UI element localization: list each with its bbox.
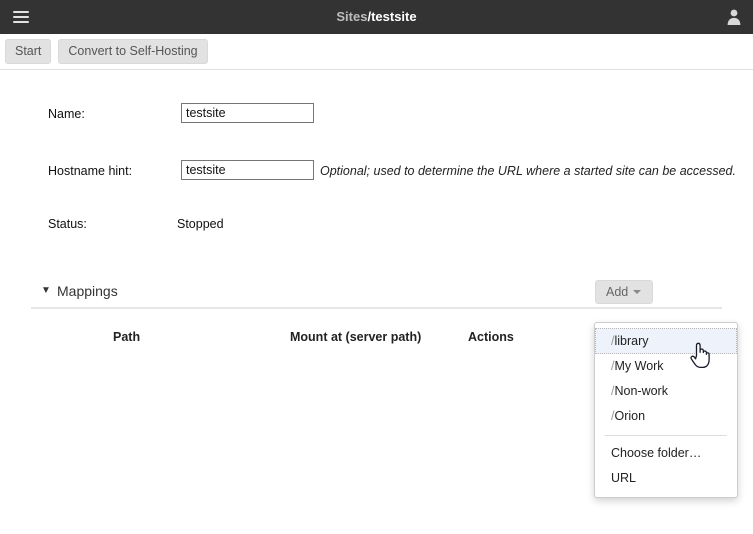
column-header-path: Path [113, 330, 141, 344]
breadcrumb-separator: / [367, 9, 372, 24]
name-row: Name: [0, 103, 753, 125]
name-label: Name: [48, 107, 85, 121]
titlebar: Sites/testsite [0, 0, 753, 34]
status-row: Status: Stopped [0, 213, 753, 235]
mappings-title: Mappings [57, 283, 118, 299]
hamburger-bar [13, 11, 29, 13]
dropdown-item-label: My Work [614, 359, 664, 373]
dropdown-item-label: Non-work [614, 384, 668, 398]
dropdown-item-non-work[interactable]: /Non-work [595, 379, 737, 404]
hamburger-bar [13, 21, 29, 23]
dropdown-item-library[interactable]: /library [595, 328, 737, 354]
user-icon[interactable] [725, 8, 743, 26]
hostname-hint-label: Hostname hint: [48, 164, 133, 178]
mappings-section: ▼ Mappings Add [0, 278, 753, 309]
breadcrumb: Sites/testsite [0, 0, 753, 34]
dropdown-item-label: library [614, 334, 649, 348]
add-mapping-label: Add [606, 285, 629, 299]
dropdown-item-url[interactable]: URL [595, 466, 737, 491]
hamburger-icon[interactable] [4, 0, 38, 34]
dropdown-separator [605, 435, 727, 436]
breadcrumb-current: testsite [371, 9, 417, 24]
hostname-hint-description: Optional; used to determine the URL wher… [320, 164, 736, 178]
convert-to-self-hosting-button[interactable]: Convert to Self-Hosting [58, 39, 208, 64]
mappings-section-header: ▼ Mappings Add [0, 278, 753, 306]
status-value: Stopped [177, 217, 224, 231]
column-header-mount-at: Mount at (server path) [290, 330, 422, 344]
add-mapping-button[interactable]: Add [595, 280, 654, 304]
action-toolbar: Start Convert to Self-Hosting [0, 34, 753, 70]
name-input[interactable] [181, 103, 314, 123]
add-mapping-dropdown-menu: /library /My Work /Non-work /Orion Choos… [594, 322, 738, 498]
dropdown-item-orion[interactable]: /Orion [595, 404, 737, 429]
status-label: Status: [48, 217, 87, 231]
dropdown-item-choose-folder[interactable]: Choose folder… [595, 441, 737, 466]
dropdown-item-my-work[interactable]: /My Work [595, 354, 737, 379]
hamburger-bar [13, 16, 29, 18]
hostname-hint-input[interactable] [181, 160, 314, 180]
column-header-actions: Actions [468, 330, 514, 344]
chevron-down-icon [633, 289, 642, 294]
hostname-hint-row: Hostname hint: Optional; used to determi… [0, 160, 753, 182]
section-divider [31, 307, 722, 309]
disclosure-triangle-icon[interactable]: ▼ [41, 284, 51, 298]
start-button[interactable]: Start [5, 39, 52, 64]
breadcrumb-parent[interactable]: Sites [336, 9, 367, 24]
dropdown-item-label: Orion [614, 409, 646, 423]
